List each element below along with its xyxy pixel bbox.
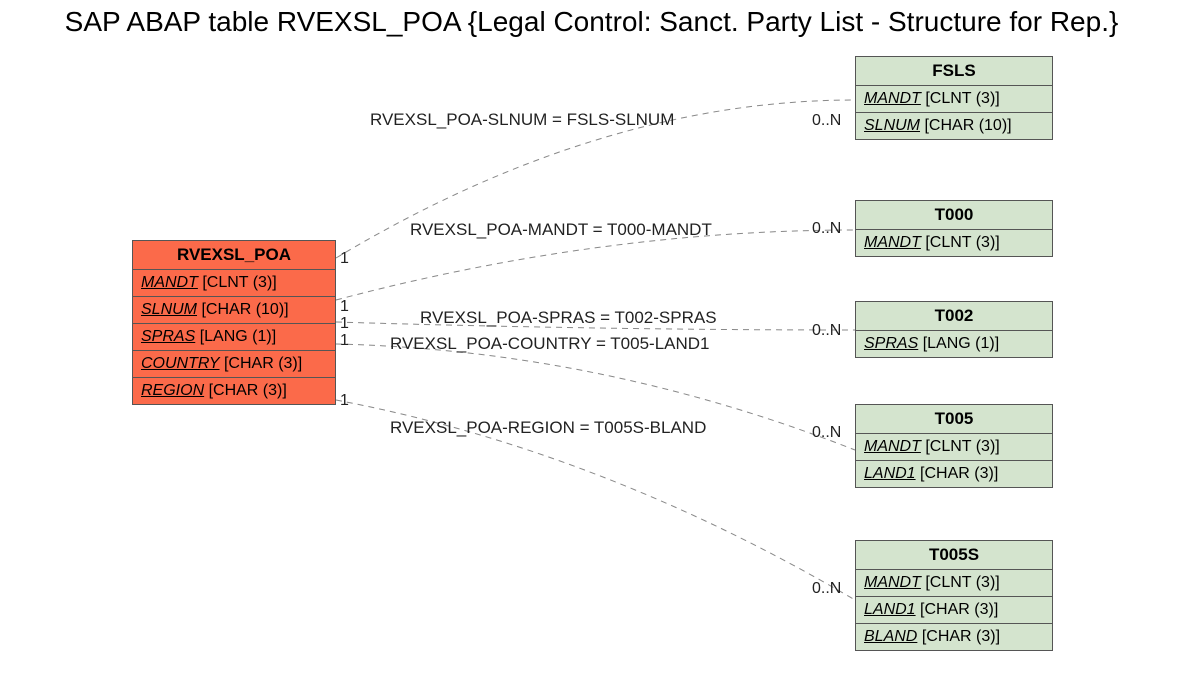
cardinality-right: 0..N — [812, 424, 841, 442]
diagram-title: SAP ABAP table RVEXSL_POA {Legal Control… — [0, 6, 1183, 38]
entity-field: LAND1 [CHAR (3)] — [856, 461, 1052, 487]
entity-rvexsl-poa: RVEXSL_POA MANDT [CLNT (3)] SLNUM [CHAR … — [132, 240, 336, 405]
cardinality-right: 0..N — [812, 580, 841, 598]
relation-label: RVEXSL_POA-MANDT = T000-MANDT — [410, 220, 712, 240]
entity-t000: T000 MANDT [CLNT (3)] — [855, 200, 1053, 257]
entity-field: BLAND [CHAR (3)] — [856, 624, 1052, 650]
cardinality-right: 0..N — [812, 220, 841, 238]
entity-header: T005S — [856, 541, 1052, 570]
entity-header: T002 — [856, 302, 1052, 331]
entity-field: MANDT [CLNT (3)] — [856, 570, 1052, 597]
entity-t005: T005 MANDT [CLNT (3)] LAND1 [CHAR (3)] — [855, 404, 1053, 488]
entity-fsls: FSLS MANDT [CLNT (3)] SLNUM [CHAR (10)] — [855, 56, 1053, 140]
cardinality-left: 1 — [340, 315, 349, 333]
cardinality-left: 1 — [340, 392, 349, 410]
entity-field: MANDT [CLNT (3)] — [856, 230, 1052, 256]
cardinality-left: 1 — [340, 298, 349, 316]
relation-label: RVEXSL_POA-REGION = T005S-BLAND — [390, 418, 706, 438]
cardinality-right: 0..N — [812, 112, 841, 130]
relation-label: RVEXSL_POA-SPRAS = T002-SPRAS — [420, 308, 717, 328]
relation-label: RVEXSL_POA-COUNTRY = T005-LAND1 — [390, 334, 710, 354]
entity-field: MANDT [CLNT (3)] — [133, 270, 335, 297]
entity-field: SLNUM [CHAR (10)] — [133, 297, 335, 324]
entity-header: T005 — [856, 405, 1052, 434]
cardinality-left: 1 — [340, 332, 349, 350]
entity-field: MANDT [CLNT (3)] — [856, 86, 1052, 113]
entity-field: REGION [CHAR (3)] — [133, 378, 335, 404]
entity-field: SLNUM [CHAR (10)] — [856, 113, 1052, 139]
cardinality-left: 1 — [340, 250, 349, 268]
entity-field: SPRAS [LANG (1)] — [133, 324, 335, 351]
entity-header: RVEXSL_POA — [133, 241, 335, 270]
cardinality-right: 0..N — [812, 322, 841, 340]
entity-field: COUNTRY [CHAR (3)] — [133, 351, 335, 378]
entity-field: LAND1 [CHAR (3)] — [856, 597, 1052, 624]
entity-t005s: T005S MANDT [CLNT (3)] LAND1 [CHAR (3)] … — [855, 540, 1053, 651]
entity-header: FSLS — [856, 57, 1052, 86]
entity-t002: T002 SPRAS [LANG (1)] — [855, 301, 1053, 358]
entity-field: SPRAS [LANG (1)] — [856, 331, 1052, 357]
relation-label: RVEXSL_POA-SLNUM = FSLS-SLNUM — [370, 110, 674, 130]
entity-field: MANDT [CLNT (3)] — [856, 434, 1052, 461]
entity-header: T000 — [856, 201, 1052, 230]
